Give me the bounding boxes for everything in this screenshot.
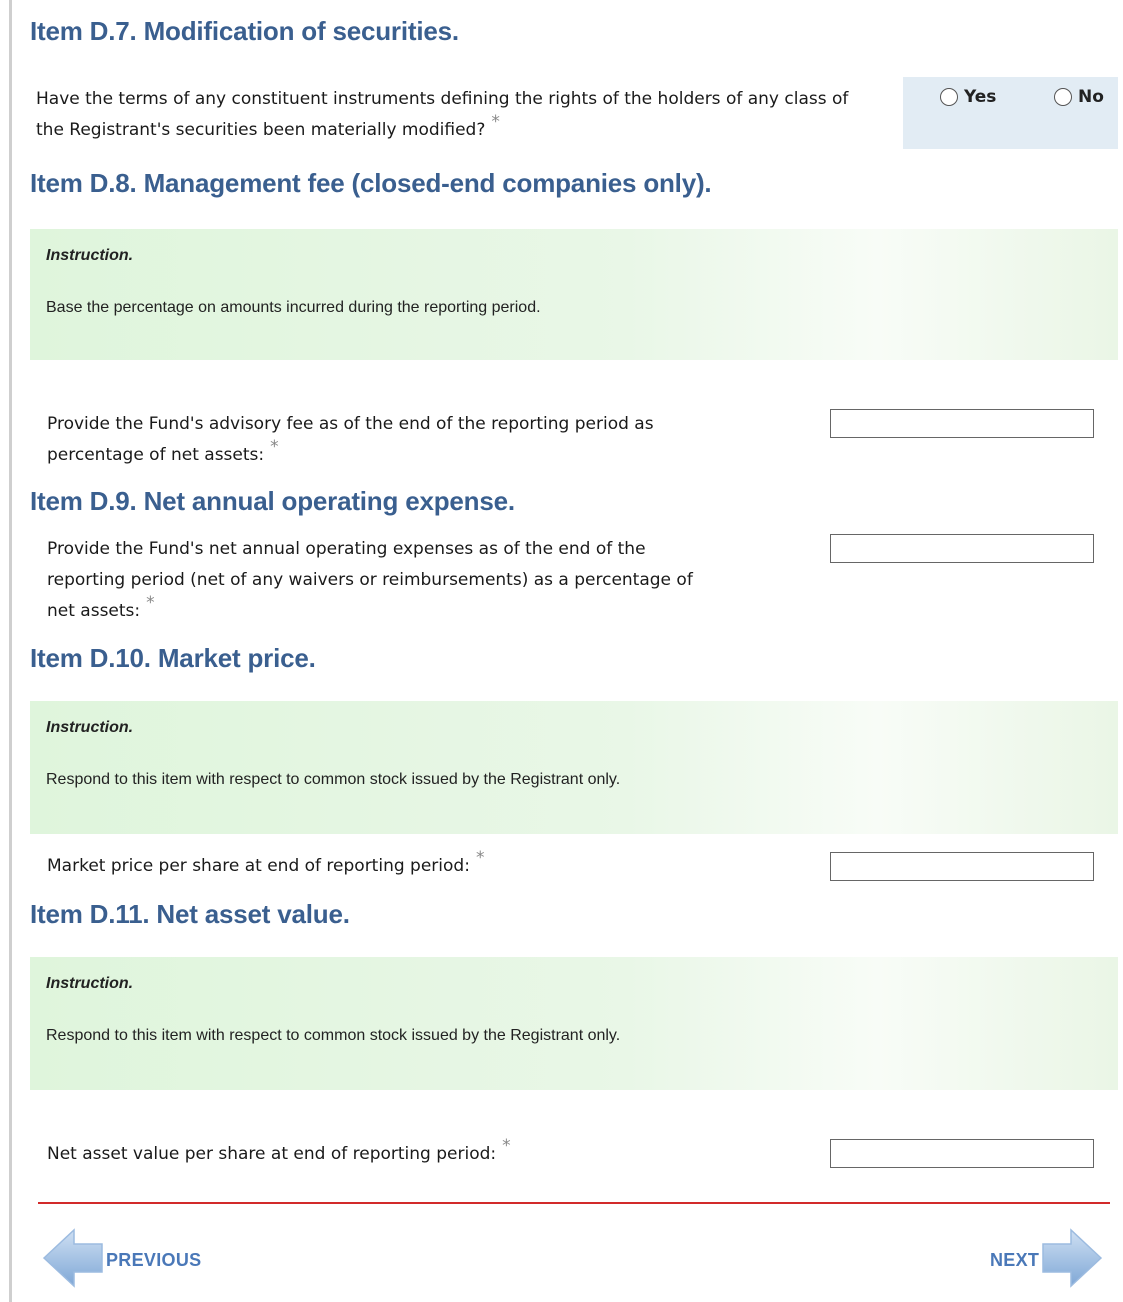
item-d7-question-text: the Registrant's securities been materia…: [36, 120, 486, 140]
radio-no-label[interactable]: No: [1078, 87, 1104, 107]
required-asterisk: *: [491, 112, 500, 132]
item-d8-instruction-box: Instruction. Base the percentage on amou…: [30, 229, 1118, 360]
operating-expense-input[interactable]: [830, 534, 1094, 563]
radio-yes-label[interactable]: Yes: [964, 87, 996, 107]
item-d9-question: Provide the Fund's net annual operating …: [47, 534, 807, 627]
item-d8-question-line1: Provide the Fund's advisory fee as of th…: [47, 414, 654, 434]
advisory-fee-input[interactable]: [830, 409, 1094, 438]
item-d10-question-text: Market price per share at end of reporti…: [47, 856, 470, 876]
arrow-right-icon: [1041, 1228, 1103, 1292]
instruction-title: Instruction.: [46, 247, 134, 264]
item-d7-question: Have the terms of any constituent instru…: [36, 84, 896, 146]
instruction-title: Instruction.: [46, 719, 134, 736]
required-asterisk: *: [475, 848, 485, 868]
item-d9-heading: Item D.9. Net annual operating expense.: [30, 486, 515, 516]
radio-yes-circle[interactable]: [940, 88, 958, 106]
item-d7-radio-group: Yes No: [903, 77, 1118, 149]
instruction-body: Base the percentage on amounts incurred …: [46, 299, 541, 316]
item-d11-question-text: Net asset value per share at end of repo…: [47, 1144, 497, 1164]
instruction-body: Respond to this item with respect to com…: [46, 1027, 621, 1044]
radio-yes-option[interactable]: Yes: [940, 87, 996, 107]
next-label[interactable]: NEXT: [990, 1250, 1039, 1271]
item-d9-question-text: net assets:: [47, 601, 141, 621]
item-d9-question-line3: net assets: *: [47, 593, 807, 627]
item-d11-question: Net asset value per share at end of repo…: [47, 1136, 807, 1170]
radio-no-circle[interactable]: [1054, 88, 1072, 106]
item-d7-question-line2: the Registrant's securities been materia…: [36, 112, 896, 146]
arrow-left-icon: [42, 1228, 104, 1292]
item-d8-question-text: percentage of net assets:: [47, 445, 265, 465]
item-d9-question-line1: Provide the Fund's net annual operating …: [47, 539, 646, 559]
required-asterisk: *: [270, 437, 279, 457]
item-d7-heading: Item D.7. Modification of securities.: [30, 16, 459, 46]
instruction-body: Respond to this item with respect to com…: [46, 771, 621, 788]
net-asset-value-input[interactable]: [830, 1139, 1094, 1168]
next-button[interactable]: NEXT: [990, 1228, 1103, 1292]
market-price-input[interactable]: [830, 852, 1094, 881]
item-d10-instruction-box: Instruction. Respond to this item with r…: [30, 701, 1118, 834]
item-d8-question-line2: percentage of net assets: *: [47, 437, 807, 471]
item-d9-question-line2: reporting period (net of any waivers or …: [47, 570, 693, 590]
item-d10-question: Market price per share at end of reporti…: [47, 848, 807, 882]
required-asterisk: *: [502, 1136, 511, 1156]
item-d10-heading: Item D.10. Market price.: [30, 643, 316, 673]
previous-label[interactable]: PREVIOUS: [106, 1250, 201, 1271]
item-d11-instruction-box: Instruction. Respond to this item with r…: [30, 957, 1118, 1090]
required-asterisk: *: [146, 593, 155, 613]
instruction-title: Instruction.: [46, 975, 134, 992]
item-d8-heading: Item D.8. Management fee (closed-end com…: [30, 168, 712, 198]
item-d11-heading: Item D.11. Net asset value.: [30, 899, 350, 929]
left-border: [9, 0, 12, 1302]
previous-button[interactable]: PREVIOUS: [42, 1228, 201, 1292]
item-d7-question-line1: Have the terms of any constituent instru…: [36, 89, 849, 109]
radio-no-option[interactable]: No: [1054, 87, 1104, 107]
section-divider: [38, 1202, 1110, 1204]
item-d8-question: Provide the Fund's advisory fee as of th…: [47, 409, 807, 471]
